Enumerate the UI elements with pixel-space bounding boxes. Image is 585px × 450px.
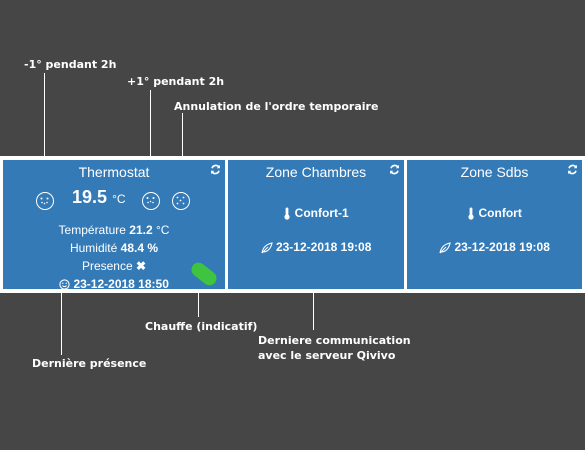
annotation-minus-1: -1° pendant 2h bbox=[24, 58, 117, 71]
thermometer-icon bbox=[284, 207, 290, 220]
annotation-plus-1: +1° pendant 2h bbox=[127, 75, 225, 88]
refresh-icon[interactable] bbox=[210, 164, 221, 175]
zone-mode: Confort-1 bbox=[294, 206, 349, 220]
zone-mode-line: Confort-1 bbox=[228, 206, 404, 220]
temperature-value: 21.2 bbox=[129, 223, 153, 237]
zone-title: Zone Sdbs bbox=[460, 164, 529, 180]
presence-value: ✖ bbox=[135, 259, 147, 273]
zone-mode: Confort bbox=[478, 206, 522, 220]
annotation-last-comm-2: avec le serveur Qivivo bbox=[258, 349, 396, 362]
annotation-last-comm-1: Derniere communication bbox=[258, 334, 411, 347]
thermostat-title: Thermostat bbox=[78, 164, 150, 180]
zone-panel-chambres: Zone Chambres Confort-1 23-12-2018 19:08 bbox=[228, 160, 404, 289]
last-presence-date: 23-12-2018 18:50 bbox=[73, 277, 169, 291]
temperature-label: Température bbox=[58, 223, 126, 237]
zone-date-line: 23-12-2018 19:08 bbox=[407, 240, 582, 254]
plus-one-button[interactable] bbox=[142, 192, 160, 210]
humidity-value: 48.4 bbox=[120, 241, 145, 255]
annotation-cancel-order: Annulation de l'ordre temporaire bbox=[174, 100, 379, 113]
temperature-line: Température 21.2 °C bbox=[3, 223, 225, 237]
leaf-icon bbox=[439, 242, 451, 254]
annotation-line-plus-1 bbox=[150, 90, 151, 157]
temperature-unit: °C bbox=[155, 223, 170, 237]
leaf-icon bbox=[261, 242, 273, 254]
annotation-line-cancel bbox=[182, 113, 183, 157]
refresh-icon[interactable] bbox=[389, 164, 400, 175]
annotation-heating: Chauffe (indicatif) bbox=[145, 320, 258, 333]
zone-date: 23-12-2018 19:08 bbox=[454, 240, 550, 254]
smiley-icon bbox=[59, 279, 70, 290]
presence-label: Presence bbox=[81, 259, 133, 273]
zone-panel-sdbs: Zone Sdbs Confort 23-12-2018 19:08 bbox=[407, 160, 582, 289]
widget-strip: Thermostat 19.5 °C Température 21.2 °C H… bbox=[0, 156, 585, 293]
humidity-label: Humidité bbox=[69, 241, 118, 255]
refresh-icon[interactable] bbox=[567, 164, 578, 175]
setpoint-temperature: 19.5 °C bbox=[72, 187, 126, 208]
zone-date: 23-12-2018 19:08 bbox=[275, 240, 372, 254]
last-presence-line: 23-12-2018 18:50 bbox=[3, 277, 225, 291]
minus-one-button[interactable] bbox=[36, 192, 54, 210]
cancel-temporary-button[interactable] bbox=[172, 192, 190, 210]
thermostat-panel: Thermostat 19.5 °C Température 21.2 °C H… bbox=[3, 160, 225, 291]
setpoint-value: 19.5 bbox=[72, 187, 108, 207]
annotation-last-presence: Dernière présence bbox=[32, 357, 147, 370]
humidity-unit: % bbox=[147, 241, 159, 255]
annotation-line-last-presence bbox=[61, 287, 62, 355]
annotation-line-minus-1 bbox=[44, 73, 45, 157]
dots-cross-icon bbox=[176, 196, 185, 205]
zone-title: Zone Chambres bbox=[265, 164, 367, 180]
smile-dots-icon bbox=[146, 197, 155, 204]
thermometer-icon bbox=[468, 207, 474, 220]
humidity-line: Humidité 48.4 % bbox=[3, 241, 225, 255]
setpoint-unit: °C bbox=[112, 192, 126, 206]
frown-dots-icon bbox=[40, 197, 49, 205]
zone-date-line: 23-12-2018 19:08 bbox=[228, 240, 404, 254]
zone-mode-line: Confort bbox=[407, 206, 582, 220]
